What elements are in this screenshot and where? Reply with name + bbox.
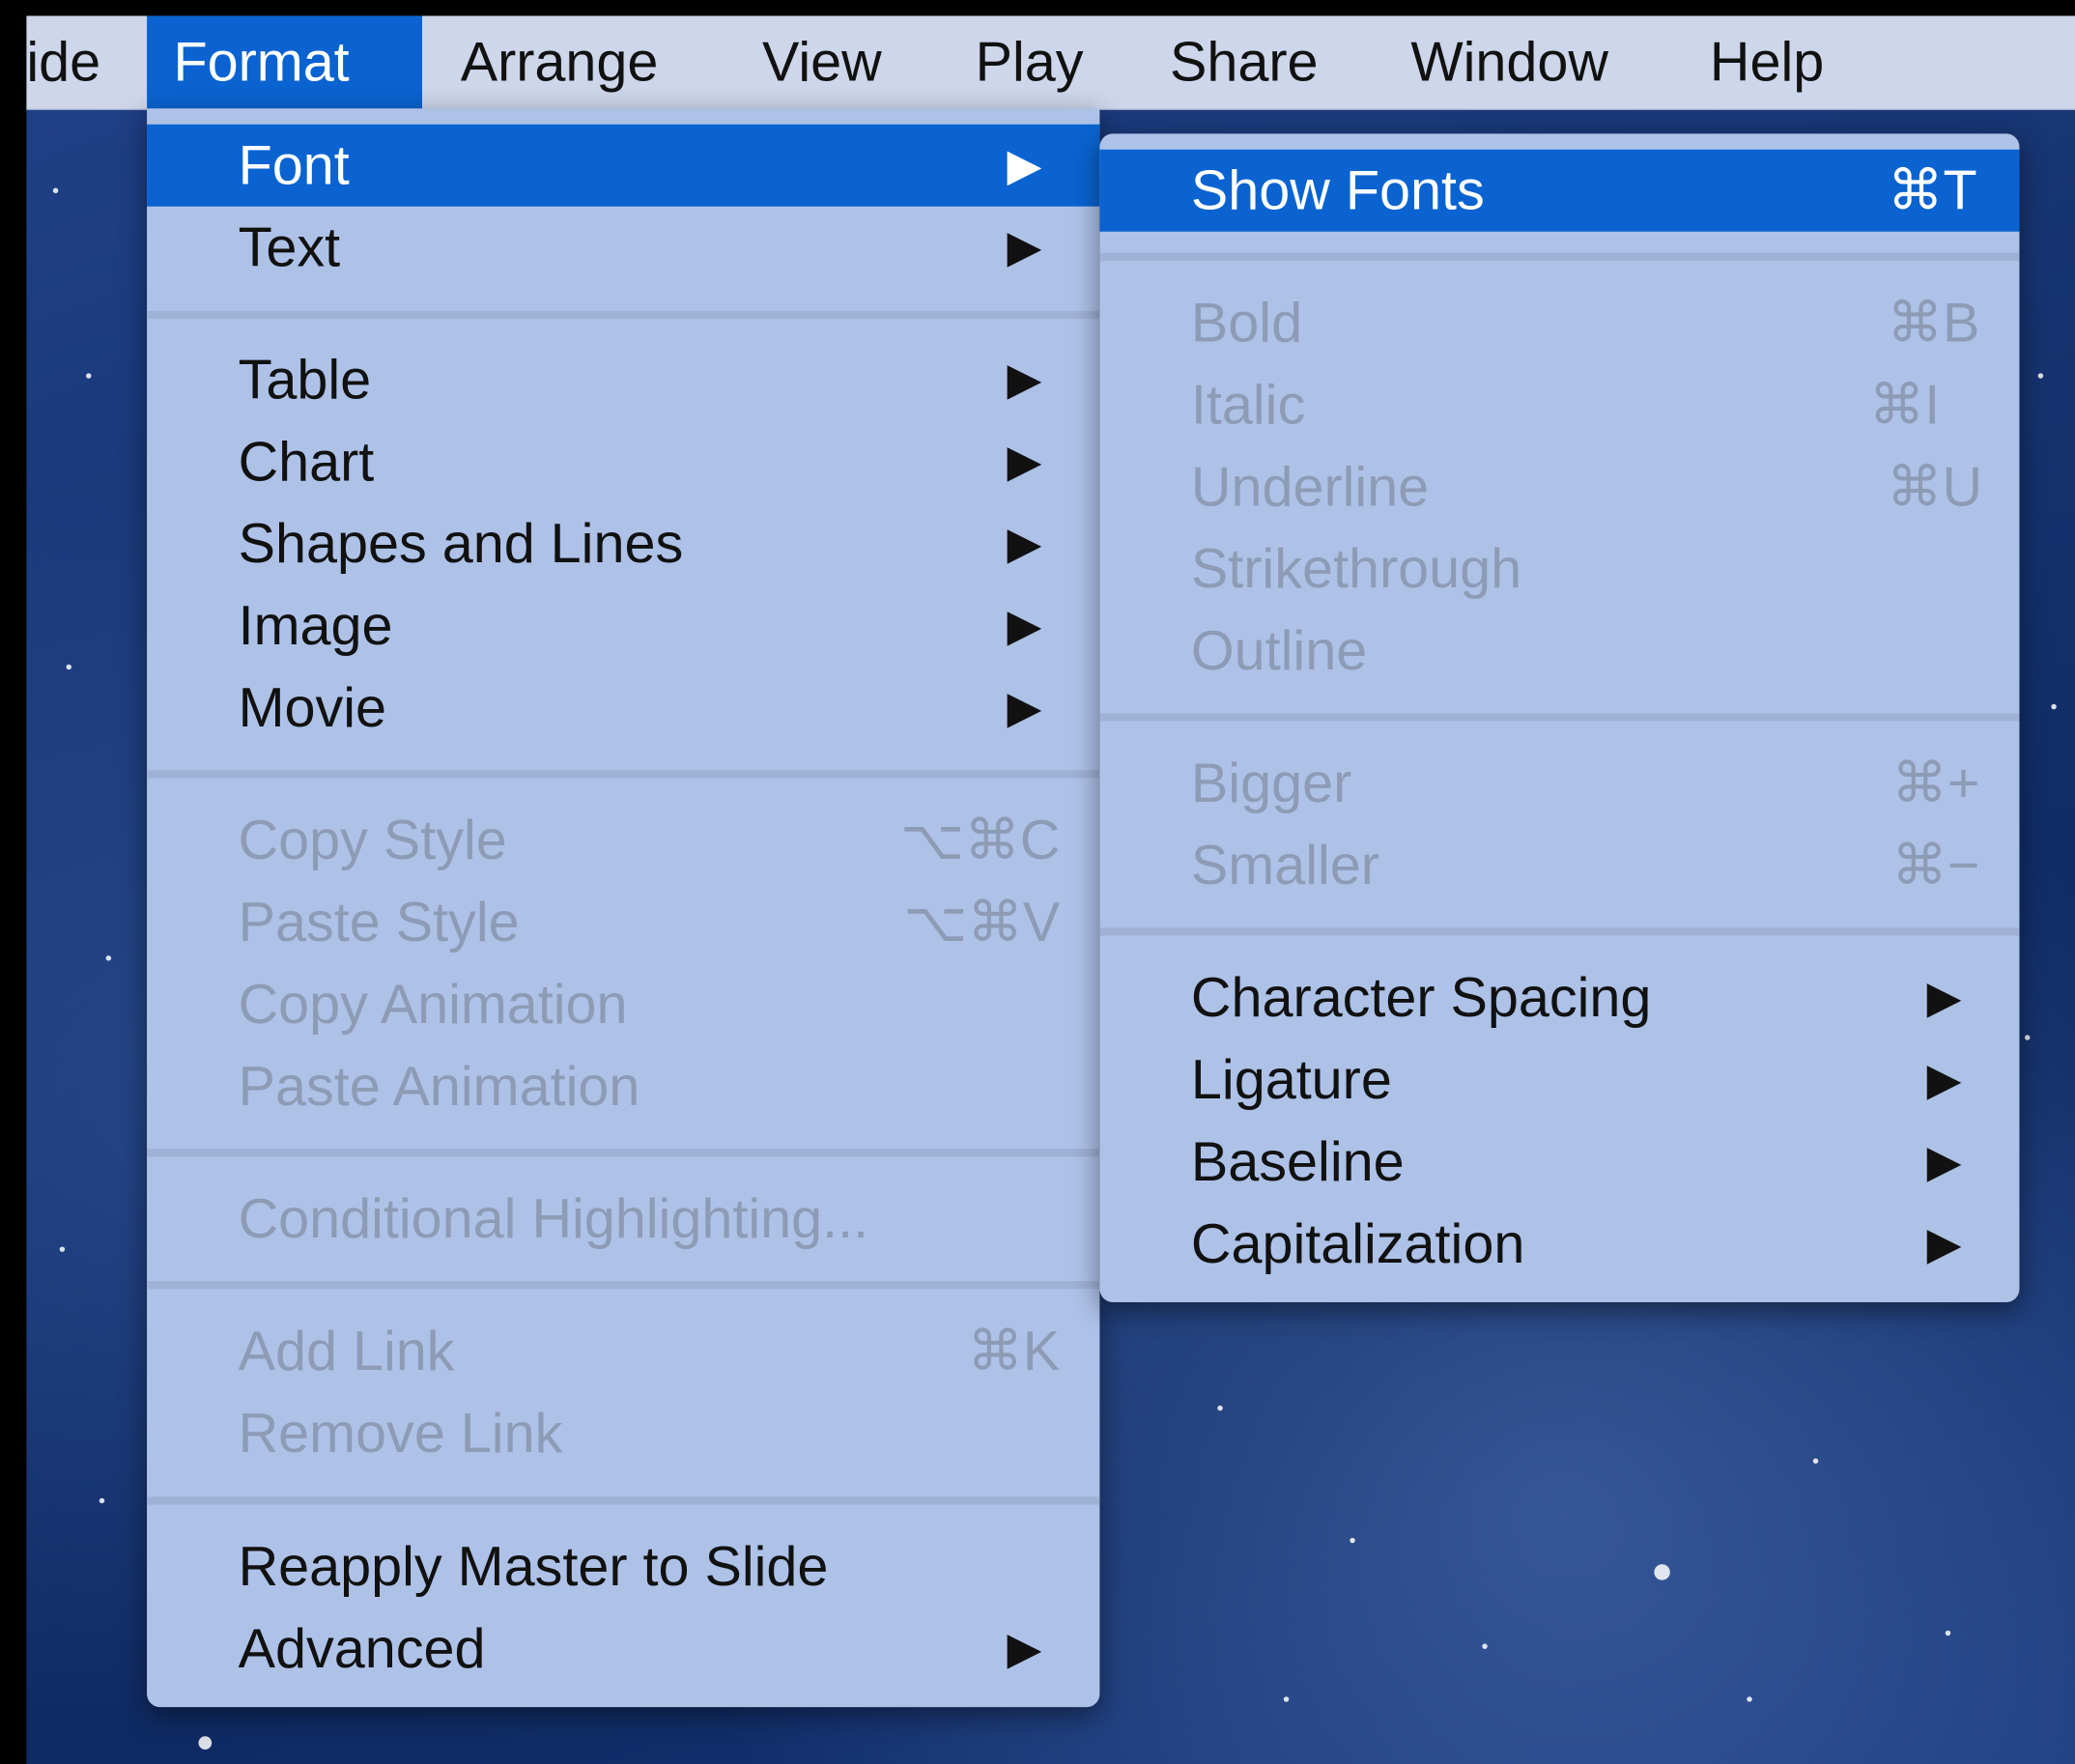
shortcut-label: ⌘K <box>967 1319 1061 1382</box>
menu-item-ligature[interactable]: Ligature ▶ <box>1099 1038 2019 1121</box>
star <box>1812 1458 1819 1465</box>
submenu-arrow-icon: ▶ <box>1007 519 1042 570</box>
star <box>99 1497 105 1504</box>
star <box>2051 703 2057 710</box>
menu-item-add-link[interactable]: Add Link ⌘K <box>147 1310 1099 1392</box>
menu-separator <box>147 1149 1100 1157</box>
menu-item-italic[interactable]: Italic ⌘I <box>1099 364 2019 446</box>
menubar-item-help[interactable]: Help <box>1684 15 1851 108</box>
menu-item-character-spacing[interactable]: Character Spacing ▶ <box>1099 956 2019 1038</box>
star <box>59 1246 66 1252</box>
menu-item-bold[interactable]: Bold ⌘B <box>1099 282 2019 364</box>
screen: ide Format Arrange View Play Share Windo… <box>0 0 2075 1764</box>
menu-item-outline[interactable]: Outline <box>1099 611 2019 693</box>
submenu-arrow-icon: ▶ <box>1926 1218 1962 1269</box>
menubar-item-format[interactable]: Format <box>147 15 422 109</box>
menu-item-strikethrough[interactable]: Strikethrough <box>1099 528 2019 611</box>
font-submenu: Show Fonts ⌘T Bold ⌘B Italic ⌘I Underlin… <box>1099 133 2020 1302</box>
menu-separator <box>1099 252 2020 261</box>
shortcut-label: ⌘U <box>1887 455 1983 518</box>
shortcut-label: ⌥⌘V <box>903 890 1061 953</box>
menu-separator <box>147 1496 1100 1505</box>
star <box>1945 1630 1951 1636</box>
menubar-item-play[interactable]: Play <box>949 15 1110 108</box>
left-black-edge <box>0 0 27 1764</box>
menu-item-font[interactable]: Font ▶ <box>147 124 1100 207</box>
shortcut-label: ⌘+ <box>1891 752 1980 814</box>
menu-item-table[interactable]: Table ▶ <box>147 339 1099 421</box>
menu-item-copy-style[interactable]: Copy Style ⌥⌘C <box>147 799 1099 881</box>
star <box>86 373 92 379</box>
star <box>1482 1643 1488 1649</box>
submenu-arrow-icon: ▶ <box>1007 140 1042 191</box>
format-menu: Font ▶ Text ▶ Table ▶ Chart ▶ Shapes and… <box>147 108 1100 1708</box>
submenu-arrow-icon: ▶ <box>1007 1623 1042 1674</box>
submenu-arrow-icon: ▶ <box>1007 600 1042 651</box>
shortcut-label: ⌘T <box>1887 158 1977 221</box>
menu-item-conditional-highlighting[interactable]: Conditional Highlighting... <box>147 1178 1099 1260</box>
menu-item-show-fonts[interactable]: Show Fonts ⌘T <box>1099 149 2020 232</box>
submenu-arrow-icon: ▶ <box>1007 222 1042 273</box>
menu-item-chart[interactable]: Chart ▶ <box>147 421 1099 503</box>
menu-separator <box>1099 713 2020 722</box>
menubar-item-share[interactable]: Share <box>1144 15 1345 108</box>
submenu-arrow-icon: ▶ <box>1926 1054 1962 1105</box>
shortcut-label: ⌘B <box>1887 291 1980 354</box>
menubar-item-arrange[interactable]: Arrange <box>434 15 684 108</box>
menu-item-remove-link[interactable]: Remove Link <box>147 1392 1099 1474</box>
top-black-edge <box>0 0 2075 16</box>
submenu-arrow-icon: ▶ <box>1926 972 1962 1023</box>
menu-item-reapply-master[interactable]: Reapply Master to Slide <box>147 1525 1099 1608</box>
menu-item-movie[interactable]: Movie ▶ <box>147 667 1099 749</box>
shortcut-label: ⌥⌘C <box>899 809 1061 871</box>
menubar-item-window[interactable]: Window <box>1384 15 1634 108</box>
star <box>52 187 59 194</box>
menu-item-advanced[interactable]: Advanced ▶ <box>147 1608 1099 1690</box>
submenu-arrow-icon: ▶ <box>1007 355 1042 406</box>
menu-separator <box>1099 927 2020 936</box>
star <box>1217 1405 1223 1411</box>
menu-item-underline[interactable]: Underline ⌘U <box>1099 446 2019 528</box>
menu-item-text[interactable]: Text ▶ <box>147 207 1099 289</box>
menu-item-bigger[interactable]: Bigger ⌘+ <box>1099 743 2019 825</box>
star <box>198 1736 213 1750</box>
menubar-item-view[interactable]: View <box>736 15 908 108</box>
menu-item-paste-animation[interactable]: Paste Animation <box>147 1045 1099 1127</box>
menu-item-paste-style[interactable]: Paste Style ⌥⌘V <box>147 881 1099 963</box>
star <box>105 955 112 961</box>
shortcut-label: ⌘I <box>1868 373 1941 436</box>
star <box>2037 373 2044 379</box>
star <box>1283 1696 1290 1702</box>
menu-item-shapes-and-lines[interactable]: Shapes and Lines ▶ <box>147 503 1099 585</box>
star <box>1350 1537 1355 1544</box>
menu-item-copy-animation[interactable]: Copy Animation <box>147 963 1099 1045</box>
menu-item-baseline[interactable]: Baseline ▶ <box>1099 1121 2019 1203</box>
menu-item-capitalization[interactable]: Capitalization ▶ <box>1099 1203 2019 1285</box>
submenu-arrow-icon: ▶ <box>1926 1136 1962 1187</box>
menu-item-image[interactable]: Image ▶ <box>147 584 1099 667</box>
star <box>2024 1035 2031 1040</box>
shortcut-label: ⌘− <box>1891 834 1980 896</box>
star <box>66 664 71 670</box>
submenu-arrow-icon: ▶ <box>1007 437 1042 488</box>
submenu-arrow-icon: ▶ <box>1007 682 1042 733</box>
menu-item-smaller[interactable]: Smaller ⌘− <box>1099 824 2019 906</box>
menu-separator <box>147 770 1100 779</box>
menu-separator <box>147 310 1100 320</box>
star <box>1654 1564 1670 1580</box>
menu-bar: ide Format Arrange View Play Share Windo… <box>26 15 2075 110</box>
menu-separator <box>147 1281 1100 1290</box>
star <box>1747 1696 1752 1702</box>
menubar-item-slide[interactable]: ide <box>0 15 128 108</box>
